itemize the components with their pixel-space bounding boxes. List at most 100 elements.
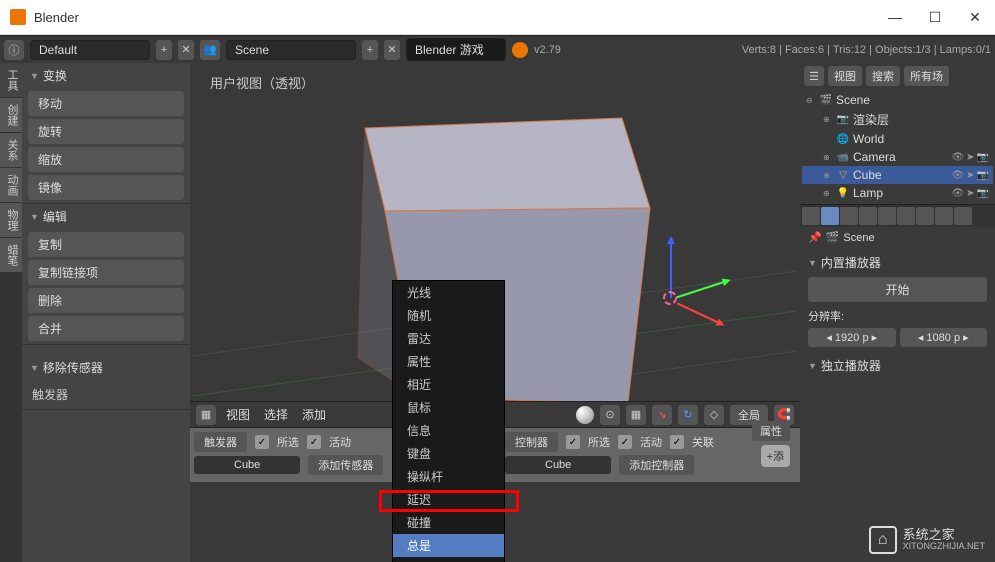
translate-button[interactable]: 移动 (28, 91, 184, 116)
resolution-height[interactable]: ◂ 1080 p ▸ (900, 328, 988, 347)
menu-item-message[interactable]: 信息 (393, 419, 504, 442)
select-menu[interactable]: 选择 (260, 406, 292, 423)
join-button[interactable]: 合并 (28, 316, 184, 341)
tree-scene[interactable]: ⊖🎬Scene (802, 91, 993, 109)
prop-tab-data[interactable] (935, 207, 953, 225)
editor-type-icon[interactable]: ⓘ (4, 40, 24, 60)
tree-camera[interactable]: ⊕📹Camera 👁➤📷 (802, 148, 993, 166)
add-sensor-button[interactable]: 添加传感器 (308, 455, 383, 475)
prop-tab-modifiers[interactable] (916, 207, 934, 225)
scene-dropdown[interactable]: Scene (226, 40, 356, 60)
shading-mode-button[interactable] (576, 406, 594, 424)
ctrl-active-checkbox[interactable]: ✓ (618, 435, 632, 449)
outliner-search-menu[interactable]: 搜索 (866, 66, 900, 86)
start-game-button[interactable]: 开始 (808, 277, 987, 302)
eye-icon[interactable]: 👁 (951, 170, 964, 181)
delete-button[interactable]: 删除 (28, 288, 184, 313)
player-panel-header[interactable]: 内置播放器 (808, 252, 987, 273)
vtab-animation[interactable]: 动画 (0, 168, 22, 202)
standalone-panel-header[interactable]: 独立播放器 (808, 355, 987, 376)
transform-panel-header[interactable]: 变换 (22, 63, 190, 88)
screen-layout-dropdown[interactable]: Default (30, 40, 150, 60)
add-property-button[interactable]: +添 (761, 445, 790, 467)
prop-tab-constraints[interactable] (897, 207, 915, 225)
camera-icon[interactable]: 📷 (977, 188, 989, 199)
operator-panel-header[interactable]: 移除传感器 (22, 355, 190, 380)
scene-browse-icon[interactable]: 👥 (200, 40, 220, 60)
editor-type-3dview-icon[interactable]: ▦ (196, 405, 216, 425)
vtab-create[interactable]: 创建 (0, 98, 22, 132)
minimize-button[interactable]: — (885, 7, 905, 27)
eye-icon[interactable]: 👁 (951, 188, 964, 199)
manipulator-scale-icon[interactable]: ◇ (704, 405, 724, 425)
scale-button[interactable]: 缩放 (28, 147, 184, 172)
gizmo-center[interactable] (663, 291, 677, 305)
delete-scene-button[interactable]: ✕ (384, 40, 400, 60)
prop-tab-render-layers[interactable] (821, 207, 839, 225)
add-scene-button[interactable]: + (362, 40, 378, 60)
menu-item-mouse[interactable]: 鼠标 (393, 396, 504, 419)
sensor-type-field[interactable]: 触发器 (194, 432, 247, 452)
gizmo-z-axis[interactable] (670, 238, 672, 298)
active-checkbox[interactable]: ✓ (307, 435, 321, 449)
menu-item-actuator[interactable]: 促动器 (393, 557, 504, 562)
cursor-icon[interactable]: ➤ (966, 170, 974, 181)
maximize-button[interactable]: ☐ (925, 7, 945, 27)
add-controller-button[interactable]: 添加控制器 (619, 455, 694, 475)
menu-item-always[interactable]: 总是 (393, 534, 504, 557)
tree-render-layers[interactable]: ⊕📷渲染层 (802, 109, 993, 130)
tree-lamp[interactable]: ⊕💡Lamp 👁➤📷 (802, 184, 993, 202)
manipulator-translate-icon[interactable]: ↘ (652, 405, 672, 425)
properties-label[interactable]: 属性 (752, 421, 790, 441)
menu-item-near[interactable]: 相近 (393, 373, 504, 396)
prop-tab-scene[interactable] (840, 207, 858, 225)
ctrl-sel-checkbox[interactable]: ✓ (566, 435, 580, 449)
prop-tab-material[interactable] (954, 207, 972, 225)
view-menu[interactable]: 视图 (222, 406, 254, 423)
prop-tab-render[interactable] (802, 207, 820, 225)
outliner-filter[interactable]: 所有场 (904, 66, 949, 86)
sensor-object[interactable]: Cube (194, 456, 300, 474)
controller-object[interactable]: Cube (505, 456, 611, 474)
camera-icon[interactable]: 📷 (977, 170, 989, 181)
layers-icon[interactable]: ▦ (626, 405, 646, 425)
menu-item-delay[interactable]: 延迟 (393, 488, 504, 511)
edit-panel-header[interactable]: 编辑 (22, 204, 190, 229)
menu-item-property[interactable]: 属性 (393, 350, 504, 373)
sel-checkbox[interactable]: ✓ (255, 435, 269, 449)
camera-icon[interactable]: 📷 (977, 152, 989, 163)
render-engine-dropdown[interactable]: Blender 游戏 (406, 38, 506, 61)
duplicate-linked-button[interactable]: 复制链接项 (28, 260, 184, 285)
rotate-button[interactable]: 旋转 (28, 119, 184, 144)
duplicate-button[interactable]: 复制 (28, 232, 184, 257)
close-button[interactable]: ✕ (965, 7, 985, 27)
mirror-button[interactable]: 镜像 (28, 175, 184, 200)
menu-item-joystick[interactable]: 操纵杆 (393, 465, 504, 488)
tree-cube[interactable]: ⊕▽Cube 👁➤📷 (802, 166, 993, 184)
cursor-icon[interactable]: ➤ (966, 188, 974, 199)
outliner-view-menu[interactable]: 视图 (828, 66, 862, 86)
vtab-physics[interactable]: 物理 (0, 203, 22, 237)
pivot-icon[interactable]: ⊙ (600, 405, 620, 425)
add-menu[interactable]: 添加 (298, 406, 330, 423)
menu-item-collision[interactable]: 碰撞 (393, 511, 504, 534)
link-checkbox[interactable]: ✓ (670, 435, 684, 449)
delete-layout-button[interactable]: ✕ (178, 40, 194, 60)
menu-item-radar[interactable]: 雷达 (393, 327, 504, 350)
pin-icon[interactable]: 📌 (808, 231, 822, 244)
vtab-tools[interactable]: 工具 (0, 63, 22, 97)
vtab-grease-pencil[interactable]: 蜡笔 (0, 238, 22, 272)
outliner[interactable]: ⊖🎬Scene ⊕📷渲染层 🌐World ⊕📹Camera 👁➤📷 ⊕▽Cube… (800, 89, 995, 204)
tree-world[interactable]: 🌐World (802, 130, 993, 148)
eye-icon[interactable]: 👁 (951, 152, 964, 163)
controller-type-field[interactable]: 控制器 (505, 432, 558, 452)
manipulator-rotate-icon[interactable]: ↻ (678, 405, 698, 425)
prop-tab-world[interactable] (859, 207, 877, 225)
vtab-relations[interactable]: 关系 (0, 133, 22, 167)
menu-item-keyboard[interactable]: 键盘 (393, 442, 504, 465)
resolution-width[interactable]: ◂ 1920 p ▸ (808, 328, 896, 347)
outliner-editor-icon[interactable]: ☰ (804, 66, 824, 86)
menu-item-random[interactable]: 随机 (393, 304, 504, 327)
add-layout-button[interactable]: + (156, 40, 172, 60)
3d-viewport[interactable]: 用户视图（透视） 光线 随机 雷达 属性 相近 鼠标 信息 (190, 63, 800, 562)
